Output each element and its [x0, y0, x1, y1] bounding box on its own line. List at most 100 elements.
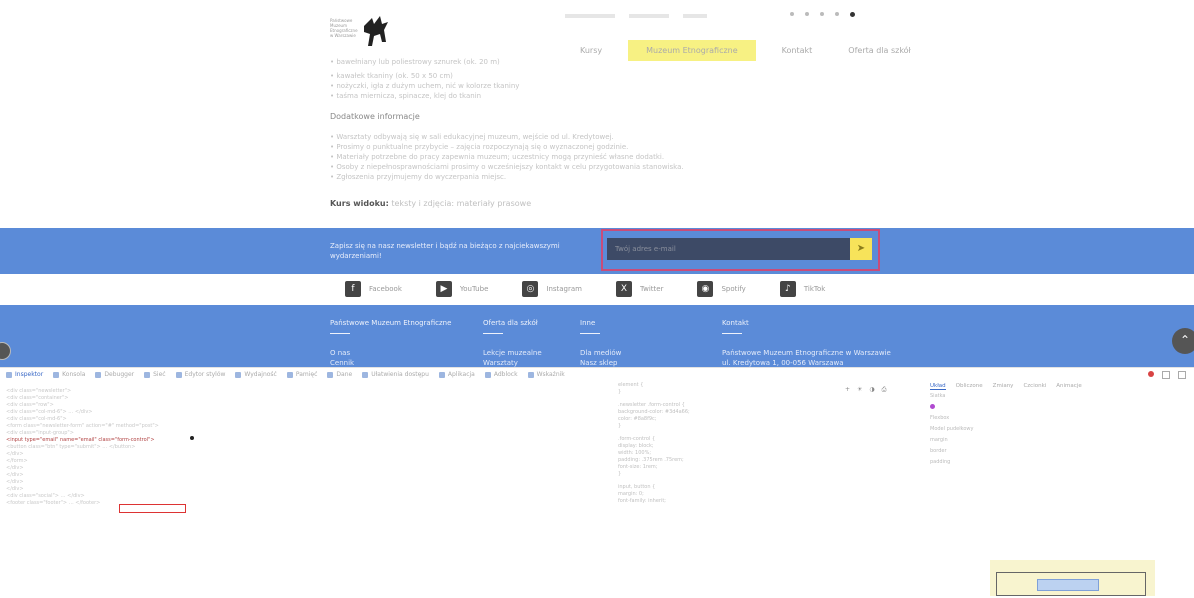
css-rule-line[interactable]: display: block; — [618, 443, 918, 450]
language-icon[interactable] — [835, 12, 839, 16]
social-link-instagram[interactable]: ◎ Instagram — [522, 281, 582, 297]
contrast-icon[interactable] — [850, 12, 855, 17]
list-item: • Materiały potrzebne do pracy zapewnia … — [330, 153, 665, 161]
social-link-twitter[interactable]: X Twitter — [616, 281, 663, 297]
tab-konsola[interactable]: Konsola — [53, 371, 85, 378]
css-rule-line[interactable]: input, button { — [618, 484, 918, 491]
site-logo[interactable]: Państwowe Muzeum Etnograficzne w Warszaw… — [330, 12, 390, 54]
layout-item — [930, 404, 1192, 412]
footer-link[interactable]: Lekcje muzealne — [483, 348, 542, 358]
footer-link[interactable]: Dla mediów — [580, 348, 621, 358]
tab-debugger[interactable]: Debugger — [95, 371, 134, 378]
dom-node[interactable]: <div class="col-md-6"> … </div> — [6, 409, 606, 416]
tab-ulatwienia[interactable]: Ułatwienia dostępu — [362, 371, 429, 378]
dom-node[interactable]: </div> — [6, 451, 606, 458]
footer-col-museum: Państwowe Muzeum Etnograficzne O nas Cen… — [330, 319, 451, 368]
css-rule-line[interactable]: font-family: inherit; — [618, 498, 918, 505]
footer-address: Państwowe Muzeum Etnograficzne w Warszaw… — [722, 349, 891, 357]
social-link-tiktok[interactable]: ♪ TikTok — [779, 281, 825, 297]
dom-node[interactable]: <button class="btn" type="submit"> … </b… — [6, 444, 606, 451]
tab-dane[interactable]: Dane — [327, 371, 352, 378]
tab-animacje[interactable]: Animacje — [1056, 383, 1081, 390]
social-link-youtube[interactable]: ▶ YouTube — [435, 281, 488, 297]
tiktok-icon: ♪ — [779, 281, 796, 297]
tab-uklad[interactable]: Układ — [930, 383, 946, 390]
dom-node[interactable]: </div> — [6, 479, 606, 486]
print-media-icon[interactable]: ⎙ — [882, 386, 887, 394]
footer-col-inne: Inne Dla mediów Nasz sklep — [580, 319, 621, 368]
newsletter-email-input[interactable]: Twój adres e-mail — [607, 238, 850, 260]
css-rule-line[interactable]: } — [618, 423, 918, 430]
layout-section[interactable]: Flexbox — [930, 415, 1192, 423]
dom-node[interactable]: </div> — [6, 486, 606, 493]
social-link-facebook[interactable]: f Facebook — [345, 281, 402, 297]
add-rule-icon[interactable]: + — [845, 386, 850, 394]
dom-node[interactable]: <div class="newsletter"> — [6, 388, 606, 395]
css-rule-line[interactable]: padding: .375rem .75rem; — [618, 457, 918, 464]
tab-pamiec[interactable]: Pamięć — [286, 371, 317, 378]
flex-badge-icon[interactable] — [930, 404, 935, 409]
css-rule-line[interactable]: margin: 0; — [618, 491, 918, 498]
tab-obliczone[interactable]: Obliczone — [956, 383, 983, 390]
send-icon[interactable]: ➤ — [850, 238, 872, 260]
box-model-content — [1037, 579, 1099, 591]
list-item: • nożyczki, igła z dużym uchem, nić w ko… — [330, 82, 520, 90]
tab-zmiany[interactable]: Zmiany — [993, 383, 1014, 390]
accessibility-icon[interactable] — [790, 12, 794, 16]
layout-section[interactable]: Model pudełkowy — [930, 426, 1192, 434]
box-model-border — [996, 572, 1146, 596]
list-item: • kawałek tkaniny (ok. 50 x 50 cm) — [330, 72, 453, 80]
tab-edytor-stylow[interactable]: Edytor stylów — [175, 371, 225, 378]
font-size-icon[interactable] — [805, 12, 809, 16]
scroll-top-button[interactable]: ⌃ — [1172, 328, 1194, 354]
newsletter-text: Zapisz się na nasz newsletter i bądź na … — [330, 242, 560, 260]
logo-text: Państwowe Muzeum Etnograficzne w Warszaw… — [330, 18, 358, 38]
tab-wydajnosc[interactable]: Wydajność — [235, 371, 277, 378]
dom-node[interactable]: <div class="container"> — [6, 395, 606, 402]
css-rule-line[interactable]: color: #8a8f9c; — [618, 416, 918, 423]
list-item: • Zgłoszenia przyjmujemy do wyczerpania … — [330, 173, 507, 181]
css-rule-line[interactable]: font-size: 1rem; — [618, 464, 918, 471]
styles-panel: element { } .newsletter .form-control { … — [618, 382, 918, 592]
nav-item-kontakt[interactable]: Kontakt — [772, 42, 823, 59]
dom-node[interactable]: </div> — [6, 465, 606, 472]
dom-node[interactable]: <form class="newsletter-form" action="#"… — [6, 423, 606, 430]
more-options-icon[interactable] — [1178, 371, 1186, 379]
css-rule-line[interactable]: } — [618, 471, 918, 478]
tab-siec[interactable]: Sieć — [144, 371, 166, 378]
mouse-cursor — [190, 436, 194, 440]
social-link-spotify[interactable]: ◉ Spotify — [697, 281, 746, 297]
pseudo-class-icon[interactable]: ☀ — [857, 386, 862, 394]
dock-icon[interactable] — [1162, 371, 1170, 379]
css-rule-line[interactable]: background-color: #3d4a66; — [618, 409, 918, 416]
tab-wskaznik[interactable]: Wskaźnik — [527, 371, 565, 378]
dom-node[interactable]: <div class="social"> … </div> — [6, 493, 606, 500]
dom-node[interactable]: </div> — [6, 472, 606, 479]
tab-adblock[interactable]: Adblock — [484, 371, 518, 378]
youtube-icon: ▶ — [435, 281, 452, 297]
dom-node[interactable]: <div class="input-group"> — [6, 430, 606, 437]
footer-heading: Inne — [580, 319, 596, 327]
layout-section[interactable]: Siatka — [930, 393, 1192, 401]
x-icon: X — [616, 281, 632, 297]
color-scheme-icon[interactable]: ◑ — [869, 386, 874, 394]
search-icon[interactable] — [820, 12, 824, 16]
error-badge-icon[interactable] — [1148, 371, 1154, 377]
styles-toolbar: + ☀ ◑ ⎙ — [845, 386, 886, 394]
dom-node[interactable]: <div class="col-md-6"> — [6, 416, 606, 423]
nav-item-kursy[interactable]: Kursy — [570, 42, 612, 59]
tab-aplikacja[interactable]: Aplikacja — [438, 371, 475, 378]
dom-node[interactable]: <footer class="footer"> … </footer> — [6, 500, 606, 507]
css-rule-line[interactable]: width: 100%; — [618, 450, 918, 457]
footer-heading: Państwowe Muzeum Etnograficzne — [330, 319, 452, 327]
dom-node-selected[interactable]: <input type="email" name="email" class="… — [6, 437, 606, 444]
source-line: Kurs widoku: teksty i zdjęcia: materiały… — [330, 199, 870, 208]
css-rule-line[interactable]: .newsletter .form-control { — [618, 402, 918, 409]
footer-link[interactable]: O nas — [330, 348, 451, 358]
tab-czcionki[interactable]: Czcionki — [1023, 383, 1046, 390]
css-rule-line[interactable]: .form-control { — [618, 436, 918, 443]
dom-node[interactable]: </form> — [6, 458, 606, 465]
nav-item-oferta[interactable]: Oferta dla szkół — [838, 42, 921, 59]
tab-inspektor[interactable]: Inspektor — [6, 371, 43, 378]
dom-node[interactable]: <div class="row"> — [6, 402, 606, 409]
